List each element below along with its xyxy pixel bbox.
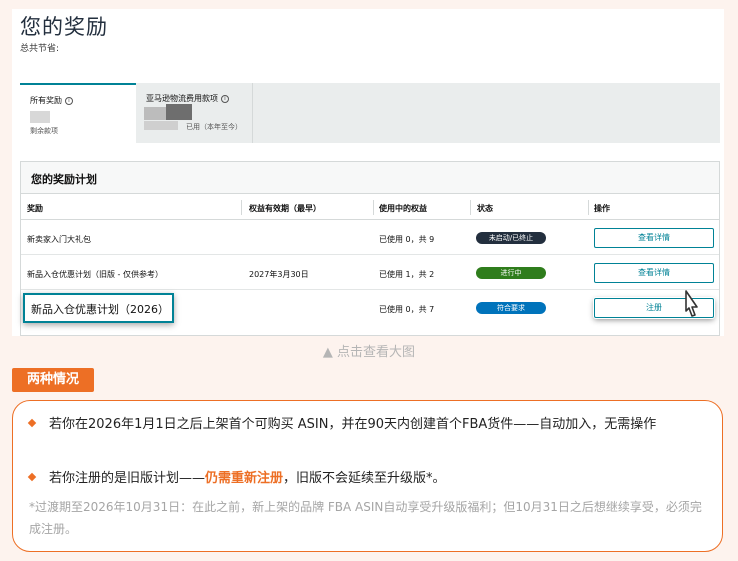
view-details-button[interactable]: 查看详情: [594, 228, 714, 248]
tab-all-rewards[interactable]: 所有奖励 i 剩余款项: [20, 83, 136, 143]
col-action: 操作: [594, 204, 610, 213]
table-row: 新品入仓优惠计划（2026） 已使用 0，共 7 符合要求 注册: [21, 291, 719, 325]
bullet-item: 若你注册的是旧版计划——仍需重新注册，旧版不会延续至升级版*。: [27, 467, 705, 491]
column-divider: [241, 200, 242, 215]
page-title: 您的奖励: [20, 15, 108, 39]
col-reward: 奖励: [27, 204, 43, 213]
status-badge: 未启动/已终止: [476, 232, 546, 244]
bullet-text: 若你注册的是旧版计划——: [49, 471, 206, 486]
info-icon: i: [221, 94, 229, 103]
pointer-cursor-icon: [685, 290, 698, 317]
footnote: *过渡期至2026年10月31日：在此之前，新上架的品牌 FBA ASIN自动享…: [29, 500, 702, 536]
status-badge: 进行中: [476, 267, 546, 279]
col-benefits: 使用中的权益: [379, 204, 427, 213]
remaining-amount-label: 剩余款项: [30, 127, 58, 135]
used-ytd-label: 已用（本年至今）: [186, 123, 242, 131]
column-divider: [373, 200, 374, 215]
reward-expiry: 2027年3月30日: [249, 270, 309, 279]
diamond-bullet-icon: [27, 472, 37, 481]
zoom-hint[interactable]: ▲ 点击查看大图: [0, 341, 738, 360]
tab-all-rewards-label: 所有奖励: [30, 96, 62, 105]
table-header: 奖励 权益有效期（最早） 使用中的权益 状态 操作: [21, 195, 719, 220]
scenario-box: 若你在2026年1月1日之后上架首个可购买 ASIN，并在90天内创建首个FBA…: [12, 400, 723, 552]
bullet-highlight: 仍需重新注册: [205, 471, 284, 486]
reward-plan-table: 您的奖励计划 奖励 权益有效期（最早） 使用中的权益 状态 操作 新卖家入门大礼…: [20, 161, 720, 336]
redacted-value: [166, 104, 192, 120]
col-status: 状态: [477, 204, 493, 213]
benefits-used: 已使用 0，共 7: [379, 305, 435, 314]
reward-name: 新品入仓优惠计划（旧版 - 仅供参考）: [27, 270, 163, 279]
table-row: 新品入仓优惠计划（旧版 - 仅供参考） 2027年3月30日 已使用 1，共 2…: [21, 256, 719, 290]
status-badge: 符合要求: [476, 302, 546, 314]
rewards-screenshot: 您的奖励 总共节省: 所有奖励 i 剩余款项 亚马逊物流费用款项 i 已用（本年至今…: [12, 9, 724, 336]
plan-section-title: 您的奖励计划: [21, 162, 719, 194]
benefits-used: 已使用 1，共 2: [379, 270, 435, 279]
reward-name: 新卖家入门大礼包: [27, 235, 91, 244]
diamond-bullet-icon: [27, 418, 37, 427]
benefits-used: 已使用 0，共 9: [379, 235, 435, 244]
tab-fba-fee-credits[interactable]: 亚马逊物流费用款项 i 已用（本年至今）: [136, 83, 253, 143]
bullet-text: 若你在2026年1月1日之后上架首个可购买 ASIN，并在90天内创建首个FBA…: [49, 417, 657, 432]
reward-tabs: 所有奖励 i 剩余款项 亚马逊物流费用款项 i 已用（本年至今）: [20, 83, 720, 143]
bullet-text: ，旧版不会延续至升级版*。: [283, 471, 446, 486]
info-icon: i: [65, 96, 73, 105]
column-divider: [588, 200, 589, 215]
reward-name-callout: 新品入仓优惠计划（2026）: [23, 293, 174, 323]
redacted-value: [144, 121, 178, 130]
redacted-value: [30, 111, 50, 123]
bullet-item: 若你在2026年1月1日之后上架首个可购买 ASIN，并在90天内创建首个FBA…: [27, 413, 705, 437]
redacted-value: [144, 107, 166, 120]
tab-fba-fee-credits-label: 亚马逊物流费用款项: [146, 94, 218, 103]
column-divider: [470, 200, 471, 215]
table-row: 新卖家入门大礼包 已使用 0，共 9 未启动/已终止 查看详情: [21, 221, 719, 255]
col-expiry: 权益有效期（最早）: [249, 204, 321, 213]
section-tag: 两种情况: [12, 368, 94, 392]
view-details-button[interactable]: 查看详情: [594, 263, 714, 283]
total-savings-label: 总共节省:: [20, 44, 60, 54]
